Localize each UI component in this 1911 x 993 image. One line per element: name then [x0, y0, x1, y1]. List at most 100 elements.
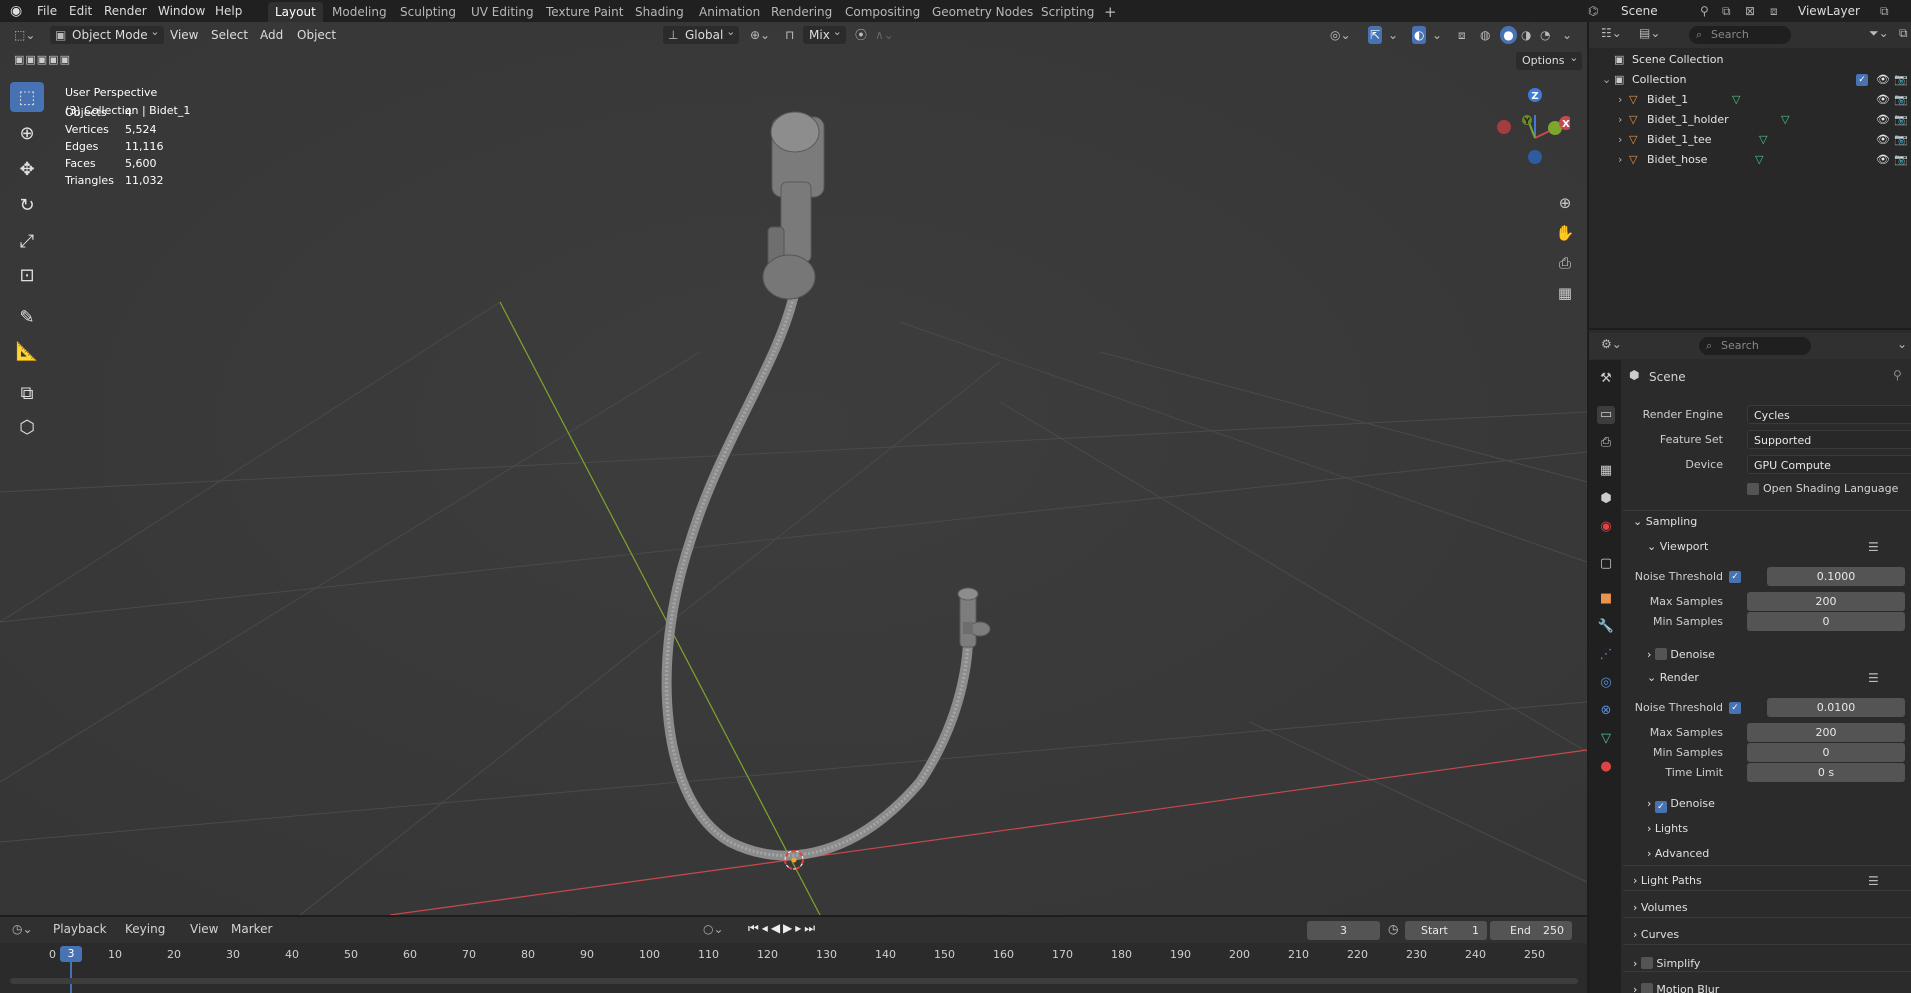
collection-row[interactable]: ⌄ ▣ Collection ✓ 👁 📷	[1589, 70, 1911, 90]
menu-object[interactable]: Object	[297, 26, 336, 44]
world-tab-icon[interactable]: ◉	[1597, 518, 1615, 536]
collection-tab-icon[interactable]: ▢	[1597, 555, 1615, 573]
tab-compositing[interactable]: Compositing	[838, 2, 927, 22]
camera-icon[interactable]: 📷	[1894, 110, 1908, 130]
timeline-editor-icon[interactable]: ◷⌄	[12, 922, 33, 936]
properties-search-input[interactable]: ⌕ Search	[1699, 337, 1811, 355]
chevron-right-icon[interactable]: ›	[1618, 130, 1622, 150]
scene-icon[interactable]: ⌬	[1588, 2, 1598, 20]
viewport-subsection[interactable]: ⌄ Viewport	[1647, 540, 1708, 553]
falloff-icon[interactable]: ∧⌄	[875, 26, 894, 44]
pivot-point-icon[interactable]: ⊕⌄	[750, 26, 770, 44]
vp-noise-threshold-checkbox[interactable]: ✓	[1729, 571, 1741, 583]
eye-icon[interactable]: 👁	[1876, 90, 1890, 110]
scale-tool-icon[interactable]: ⤢	[10, 226, 44, 256]
blender-logo-icon[interactable]: ◉	[10, 2, 22, 20]
new-view-layer-icon[interactable]: ⧉	[1880, 2, 1889, 20]
vp-min-samples-field[interactable]: 0	[1747, 612, 1905, 631]
snap-target-dropdown[interactable]: Mix	[803, 23, 846, 44]
chevron-right-icon[interactable]: ›	[1618, 110, 1622, 130]
camera-icon[interactable]: 📷	[1894, 70, 1908, 90]
gizmo-neg-x-axis[interactable]	[1497, 120, 1511, 134]
timeline-view-menu[interactable]: View	[190, 922, 218, 936]
curves-section[interactable]: › Curves	[1633, 928, 1679, 941]
presets-list-icon[interactable]: ☰	[1868, 540, 1879, 554]
menu-file[interactable]: File	[37, 2, 57, 20]
mode-selector[interactable]: ▣ Object Mode	[50, 23, 164, 44]
wireframe-shading-icon[interactable]: ◍	[1480, 26, 1490, 44]
mesh-data-icon[interactable]: ▽	[1781, 110, 1789, 130]
select-box-tool-icon[interactable]: ⬚	[10, 82, 44, 112]
start-frame-field[interactable]: Start 1	[1405, 921, 1487, 940]
proportional-edit-icon[interactable]: ⦿	[855, 26, 867, 44]
pin-icon[interactable]: ⚲	[1893, 368, 1902, 382]
marker-menu[interactable]: Marker	[231, 922, 272, 936]
eye-icon[interactable]: 👁	[1876, 70, 1890, 90]
advanced-subsection[interactable]: › Advanced	[1647, 847, 1709, 860]
time-limit-field[interactable]: 0 s	[1747, 763, 1905, 782]
gizmo-dropdown-icon[interactable]: ⌄	[1388, 26, 1398, 44]
tab-texture-paint[interactable]: Texture Paint	[539, 2, 630, 22]
motion-blur-section[interactable]: › Motion Blur	[1633, 981, 1719, 993]
overlays-dropdown-icon[interactable]: ⌄	[1432, 26, 1442, 44]
gizmo-neg-z-axis[interactable]	[1528, 150, 1542, 164]
properties-editor-icon[interactable]: ⚙⌄	[1601, 337, 1622, 351]
chevron-right-icon[interactable]: ›	[1618, 150, 1622, 170]
device-dropdown[interactable]: GPU Compute	[1747, 455, 1911, 474]
simplify-section[interactable]: › Simplify	[1633, 955, 1700, 970]
material-shading-icon[interactable]: ◑	[1521, 26, 1531, 44]
menu-window[interactable]: Window	[158, 2, 205, 20]
measure-tool-icon[interactable]: 📐	[10, 336, 44, 366]
filter-icon[interactable]: ⏷⌄	[1869, 26, 1889, 41]
new-scene-icon[interactable]: ⧉	[1722, 2, 1731, 20]
camera-view-icon[interactable]: ⎙	[1555, 248, 1575, 278]
menu-render[interactable]: Render	[104, 2, 147, 20]
camera-icon[interactable]: 📷	[1894, 130, 1908, 150]
pin-icon[interactable]: ⚲	[1700, 2, 1709, 20]
menu-add[interactable]: Add	[260, 26, 283, 44]
tab-modeling[interactable]: Modeling	[325, 2, 394, 22]
chevron-right-icon[interactable]: ›	[1618, 90, 1622, 110]
outliner-item-bidet-1-holder[interactable]: › ▽ Bidet_1_holder ▽ 👁 📷	[1589, 110, 1911, 130]
chevron-down-icon[interactable]: ⌄	[1897, 337, 1907, 351]
render-subsection[interactable]: ⌄ Render	[1647, 671, 1699, 684]
xray-icon[interactable]: ⧈	[1458, 26, 1466, 44]
tab-rendering[interactable]: Rendering	[764, 2, 839, 22]
add-cube-tool-icon[interactable]: ⧉	[10, 378, 44, 408]
material-tab-icon[interactable]: ●	[1597, 758, 1615, 776]
tab-sculpting[interactable]: Sculpting	[393, 2, 463, 22]
visibility-icon[interactable]: ◎⌄	[1330, 26, 1351, 44]
mesh-data-icon[interactable]: ▽	[1732, 90, 1740, 110]
tab-uv-editing[interactable]: UV Editing	[464, 2, 541, 22]
navigation-gizmo[interactable]: Z Y X	[1490, 80, 1570, 190]
volumes-section[interactable]: › Volumes	[1633, 901, 1688, 914]
frame-ruler[interactable]: 0 10 20 30 40 50 60 70 80 90 100 110 120 130 140 150 160…	[0, 944, 1587, 993]
gizmo-toggle-icon[interactable]: ⇱	[1368, 26, 1383, 44]
zoom-icon[interactable]: ⊕	[1555, 188, 1575, 218]
r-noise-threshold-field[interactable]: 0.0100	[1767, 698, 1905, 717]
cursor-tool-icon[interactable]: ⊕	[10, 118, 44, 148]
camera-icon[interactable]: 📷	[1894, 90, 1908, 110]
outliner-item-bidet-1-tee[interactable]: › ▽ Bidet_1_tee ▽ 👁 📷	[1589, 130, 1911, 150]
snap-icon[interactable]: ⊓	[785, 26, 794, 44]
playback-menu[interactable]: Playback	[53, 922, 107, 936]
tab-animation[interactable]: Animation	[692, 2, 767, 22]
render-tab-icon[interactable]: ▭	[1597, 406, 1615, 424]
shading-dropdown-icon[interactable]: ⌄	[1562, 26, 1572, 44]
view-layer-selector[interactable]: ViewLayer	[1798, 2, 1860, 20]
tab-geometry-nodes[interactable]: Geometry Nodes	[925, 2, 1040, 22]
chevron-down-icon[interactable]: ⌄	[1602, 70, 1611, 90]
view-layer-tab-icon[interactable]: ▦	[1597, 462, 1615, 480]
current-frame-field[interactable]: 3	[1307, 921, 1380, 940]
menu-select[interactable]: Select	[211, 26, 248, 44]
move-tool-icon[interactable]: ✥	[10, 154, 44, 184]
3d-viewport[interactable]: ⬚⌄ ▣ Object Mode View Select Add Object …	[0, 22, 1587, 915]
render-engine-dropdown[interactable]: Cycles	[1747, 405, 1911, 424]
outliner-item-bidet-hose[interactable]: › ▽ Bidet_hose ▽ 👁 📷	[1589, 150, 1911, 170]
pan-hand-icon[interactable]: ✋	[1555, 218, 1575, 248]
auto-keying-icon[interactable]: ○⌄	[703, 922, 724, 936]
menu-edit[interactable]: Edit	[69, 2, 92, 20]
new-collection-icon[interactable]: ⧉	[1899, 26, 1908, 41]
vp-denoise-subsection[interactable]: › Denoise	[1647, 646, 1715, 661]
exclude-checkbox[interactable]: ✓	[1856, 74, 1868, 86]
